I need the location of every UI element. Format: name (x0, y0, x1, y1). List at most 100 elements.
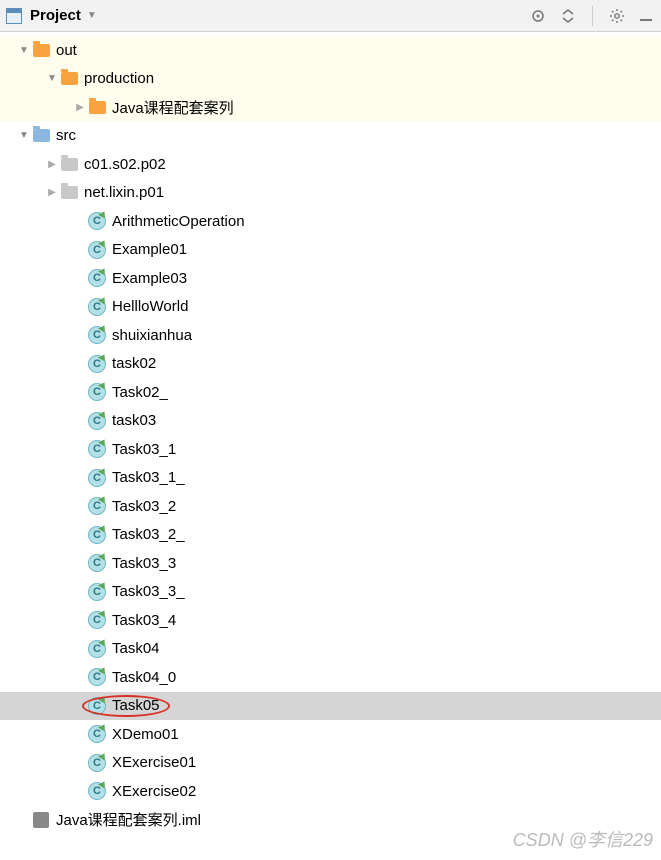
source-folder-icon (32, 127, 50, 145)
class-icon: C (88, 754, 106, 772)
class-icon: C (88, 526, 106, 544)
toolbar-separator (592, 6, 593, 26)
tree-node-label: Task04 (112, 640, 160, 657)
expand-all-icon[interactable] (558, 6, 578, 26)
tree-row[interactable]: ▶CTask03_2 (0, 492, 661, 521)
class-icon: C (88, 782, 106, 800)
tree-node-label: shuixianhua (112, 327, 192, 344)
class-icon: C (88, 668, 106, 686)
class-icon: C (88, 212, 106, 230)
class-icon: C (88, 554, 106, 572)
class-icon: C (88, 611, 106, 629)
tree-row[interactable]: ▶CTask03_3_ (0, 578, 661, 607)
select-opened-file-icon[interactable] (528, 6, 548, 26)
tree-node-label: Example03 (112, 270, 187, 287)
tree-row[interactable]: ▶CTask03_4 (0, 606, 661, 635)
tree-row[interactable]: ▶CExample01 (0, 236, 661, 265)
tree-node-label: ArithmeticOperation (112, 213, 245, 230)
class-icon: C (88, 383, 106, 401)
class-icon: C (88, 298, 106, 316)
tree-row[interactable]: ▶CTask03_3 (0, 549, 661, 578)
tree-row[interactable]: ▶ Java课程配套案列 (0, 93, 661, 122)
tree-node-label: Task03_3 (112, 555, 176, 572)
dropdown-icon: ▼ (87, 10, 97, 21)
tree-row[interactable]: ▶Ctask02 (0, 350, 661, 379)
project-title: Project (30, 7, 81, 24)
class-icon: C (88, 241, 106, 259)
tree-node-label: XExercise02 (112, 783, 196, 800)
class-icon: C (88, 269, 106, 287)
folder-icon (88, 98, 106, 116)
chevron-right-icon[interactable]: ▶ (44, 185, 60, 201)
watermark: CSDN @李信229 (513, 826, 653, 852)
settings-icon[interactable] (607, 6, 627, 26)
chevron-down-icon[interactable]: ▼ (16, 42, 32, 58)
class-icon: C (88, 725, 106, 743)
tree-node-label: Task03_1_ (112, 469, 185, 486)
class-icon: C (88, 697, 106, 715)
tree-row[interactable]: ▶Ctask03 (0, 407, 661, 436)
tree-node-label: Task03_2_ (112, 526, 185, 543)
project-icon (6, 8, 22, 24)
folder-icon (60, 70, 78, 88)
tree-row[interactable]: ▶CXExercise02 (0, 777, 661, 806)
module-file-icon (32, 811, 50, 829)
tree-row[interactable]: ▶CArithmeticOperation (0, 207, 661, 236)
tree-row[interactable]: ▶Cshuixianhua (0, 321, 661, 350)
tree-node-label: out (56, 42, 77, 59)
class-icon: C (88, 583, 106, 601)
tree-row[interactable]: ▶CTask05 (0, 692, 661, 721)
tree-row[interactable]: ▼ src (0, 122, 661, 151)
tree-node-label: XExercise01 (112, 754, 196, 771)
tree-node-label: task03 (112, 412, 156, 429)
tree-node-label: c01.s02.p02 (84, 156, 166, 173)
tree-node-label: Task04_0 (112, 669, 176, 686)
hide-panel-icon[interactable] (637, 7, 655, 25)
folder-icon (32, 41, 50, 59)
tree-row[interactable]: ▶CTask03_1 (0, 435, 661, 464)
tree-row[interactable]: ▶CHellloWorld (0, 293, 661, 322)
tree-node-label: Task03_2 (112, 498, 176, 515)
tree-row[interactable]: ▼ production (0, 65, 661, 94)
chevron-down-icon[interactable]: ▼ (44, 71, 60, 87)
class-icon: C (88, 497, 106, 515)
tree-node-label: Task03_1 (112, 441, 176, 458)
tree-row[interactable]: ▶CTask03_2_ (0, 521, 661, 550)
tree-node-label: Java课程配套案列.iml (56, 809, 201, 830)
chevron-right-icon[interactable]: ▶ (44, 156, 60, 172)
package-icon (60, 155, 78, 173)
class-icon: C (88, 412, 106, 430)
tree-row[interactable]: ▶CXDemo01 (0, 720, 661, 749)
tree-row[interactable]: ▶CXExercise01 (0, 749, 661, 778)
tree-row[interactable]: ▶CTask03_1_ (0, 464, 661, 493)
chevron-down-icon[interactable]: ▼ (16, 128, 32, 144)
tree-node-label: Task03_4 (112, 612, 176, 629)
tree-node-label: task02 (112, 355, 156, 372)
tree-row[interactable]: ▶CExample03 (0, 264, 661, 293)
tree-row[interactable]: ▶ net.lixin.p01 (0, 179, 661, 208)
project-tree: ▼ out ▼ production ▶ Java课程配套案列 ▼ src ▶ c01.s02.p… (0, 32, 661, 834)
class-icon: C (88, 640, 106, 658)
tree-node-label: HellloWorld (112, 298, 188, 315)
tree-node-label: Java课程配套案列 (112, 97, 234, 118)
tree-node-label: Task03_3_ (112, 583, 185, 600)
tree-node-label: Task02_ (112, 384, 168, 401)
tree-node-label: XDemo01 (112, 726, 179, 743)
tree-row[interactable]: ▶CTask04 (0, 635, 661, 664)
tree-node-label: src (56, 127, 76, 144)
tree-row[interactable]: ▶CTask04_0 (0, 663, 661, 692)
tree-node-label: Example01 (112, 241, 187, 258)
tree-node-label: production (84, 70, 154, 87)
class-icon: C (88, 469, 106, 487)
tree-row[interactable]: ▶CTask02_ (0, 378, 661, 407)
project-selector[interactable]: Project ▼ (6, 7, 97, 24)
class-icon: C (88, 440, 106, 458)
package-icon (60, 184, 78, 202)
tree-row[interactable]: ▼ out (0, 36, 661, 65)
tree-node-label: Task05 (112, 697, 160, 714)
tree-row[interactable]: ▶ c01.s02.p02 (0, 150, 661, 179)
class-icon: C (88, 326, 106, 344)
chevron-right-icon[interactable]: ▶ (72, 99, 88, 115)
tree-node-label: net.lixin.p01 (84, 184, 164, 201)
class-icon: C (88, 355, 106, 373)
